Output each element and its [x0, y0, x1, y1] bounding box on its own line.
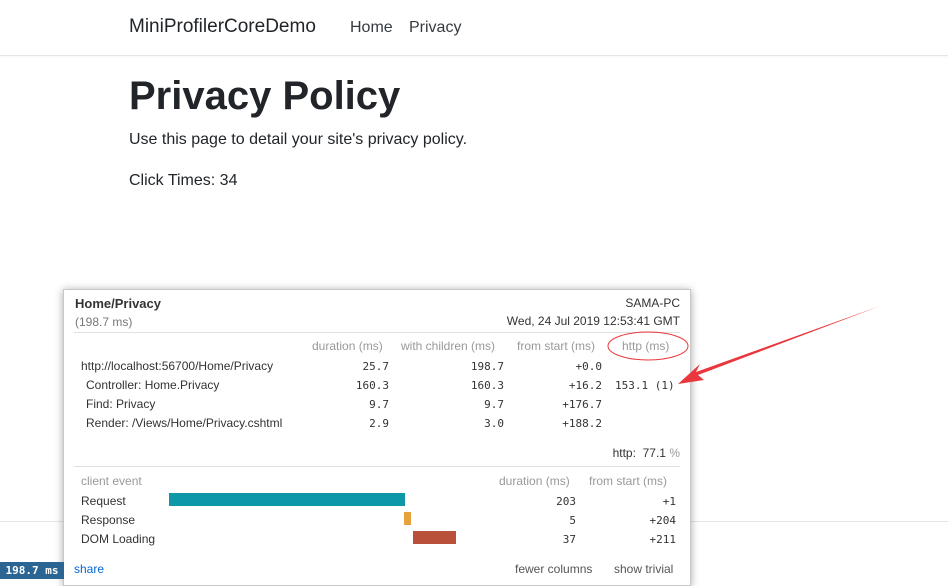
timing-label[interactable]: Controller: Home.Privacy	[86, 378, 219, 392]
col-children: with children (ms)	[401, 339, 496, 353]
timing-children: 9.7	[484, 398, 504, 411]
client-event-start: +1	[662, 495, 676, 508]
timing-duration: 2.9	[369, 417, 389, 430]
share-link[interactable]: share	[74, 562, 104, 576]
navbar: MiniProfilerCoreDemo Home Privacy	[0, 0, 948, 56]
timing-start: +0.0	[575, 360, 603, 373]
client-event-duration: 5	[569, 514, 576, 527]
col-client-start: from start (ms)	[589, 474, 667, 488]
nav-privacy-link[interactable]: Privacy	[409, 19, 461, 37]
timing-children: 3.0	[484, 417, 504, 430]
timing-start: +176.7	[562, 398, 602, 411]
events-divider	[74, 466, 680, 467]
timing-start: +16.2	[568, 379, 602, 392]
brand-link[interactable]: MiniProfilerCoreDemo	[129, 16, 316, 38]
profiler-badge[interactable]: 198.7 ms	[0, 562, 64, 579]
timing-http-link[interactable]: 153.1 (1)	[615, 379, 675, 392]
http-summary-value: 77.1	[642, 446, 666, 460]
http-summary-unit: %	[669, 446, 680, 460]
client-event-label: Request	[81, 494, 126, 508]
page-title: Privacy Policy	[129, 74, 401, 118]
fewer-columns-link[interactable]: fewer columns	[515, 562, 592, 576]
profiler-name: Home/Privacy	[75, 296, 161, 311]
client-event-duration: 203	[556, 495, 576, 508]
timing-label[interactable]: Render: /Views/Home/Privacy.cshtml	[86, 416, 282, 430]
client-event-label: DOM Loading	[81, 532, 156, 546]
profiler-popup: Home/Privacy (198.7 ms) SAMA-PC Wed, 24 …	[63, 289, 691, 586]
click-counter: Click Times: 34	[129, 172, 238, 189]
profiler-timestamp: Wed, 24 Jul 2019 12:53:41 GMT	[506, 314, 680, 328]
http-summary-label: http:	[612, 446, 636, 460]
timing-children: 160.3	[470, 379, 504, 392]
header-divider	[74, 332, 680, 333]
nav-home-link[interactable]: Home	[350, 19, 393, 37]
timing-duration: 25.7	[362, 360, 390, 373]
client-event-duration: 37	[562, 533, 576, 546]
show-trivial-link[interactable]: show trivial	[614, 562, 673, 576]
annotation-arrow	[678, 306, 880, 384]
client-event-start: +204	[649, 514, 677, 527]
col-http: http (ms)	[622, 339, 670, 353]
timing-duration: 9.7	[369, 398, 389, 411]
col-client-event: client event	[81, 474, 142, 488]
client-event-start: +211	[649, 533, 677, 546]
profiler-total: (198.7 ms)	[75, 315, 133, 329]
timing-label[interactable]: Find: Privacy	[86, 397, 155, 411]
col-from-start: from start (ms)	[517, 339, 595, 353]
timing-children: 198.7	[470, 360, 504, 373]
timing-label[interactable]: http://localhost:56700/Home/Privacy	[81, 359, 273, 373]
profiler-machine: SAMA-PC	[625, 296, 680, 310]
http-summary: http: 77.1 %	[613, 446, 680, 460]
timing-duration: 160.3	[355, 379, 389, 392]
col-duration: duration (ms)	[312, 339, 383, 353]
client-event-bar	[404, 512, 411, 525]
timing-start: +188.2	[562, 417, 602, 430]
client-event-bar	[169, 493, 405, 506]
page-lead: Use this page to detail your site's priv…	[129, 131, 468, 148]
client-event-bar	[413, 531, 456, 544]
col-client-duration: duration (ms)	[499, 474, 570, 488]
client-event-label: Response	[81, 513, 136, 527]
